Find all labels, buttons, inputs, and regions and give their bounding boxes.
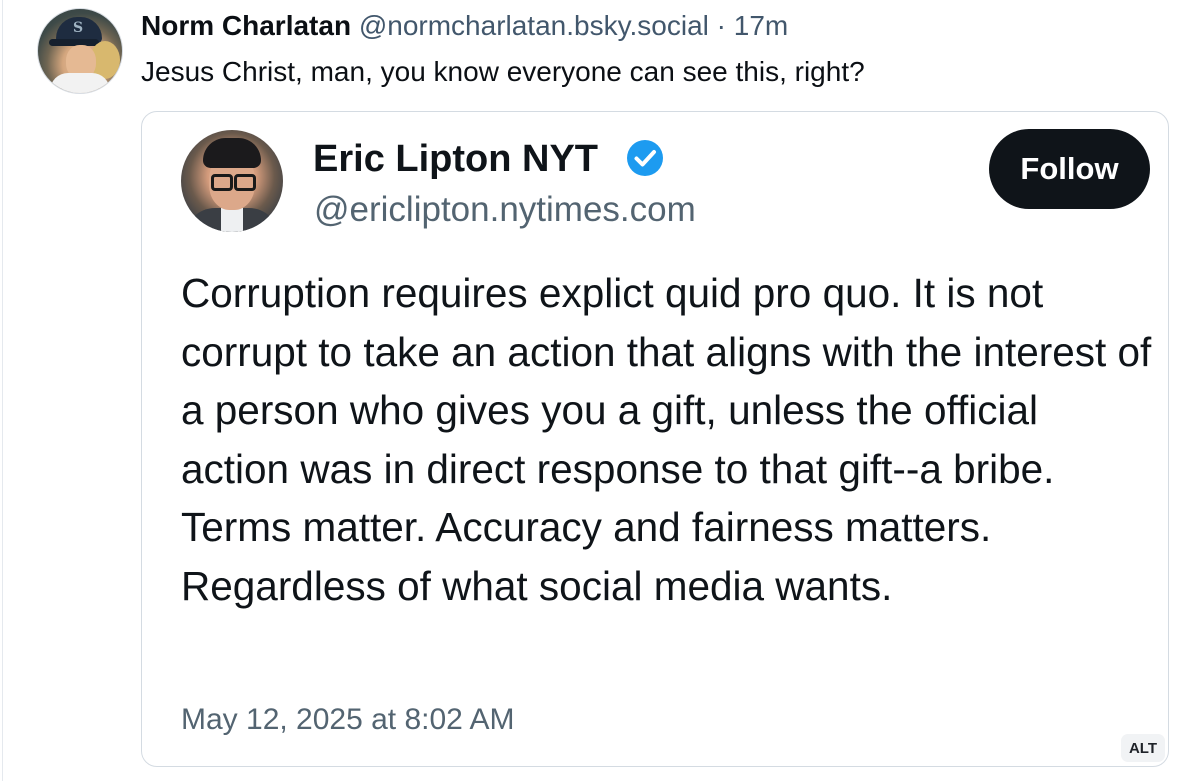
embed-avatar-glasses-right (234, 174, 256, 191)
embed-avatar-glasses-left (211, 174, 233, 191)
embedded-image-card[interactable]: Eric Lipton NYT @ericlipton.nytimes.com … (141, 111, 1169, 767)
embed-author-handle: @ericlipton.nytimes.com (314, 190, 696, 229)
embed-avatar-hair (203, 138, 261, 168)
alt-text-badge[interactable]: ALT (1121, 734, 1165, 762)
verified-badge-icon (627, 140, 663, 176)
embed-author-avatar (181, 130, 283, 232)
author-name[interactable]: Norm Charlatan (141, 10, 351, 41)
post: S Norm Charlatan @normcharlatan.bsky.soc… (0, 0, 1190, 781)
author-handle[interactable]: @normcharlatan.bsky.social (359, 10, 709, 41)
embed-date: May 12, 2025 at 8:02 AM (181, 703, 515, 736)
follow-button: Follow (989, 129, 1150, 209)
post-header: Norm Charlatan @normcharlatan.bsky.socia… (141, 9, 788, 43)
avatar-shirt (50, 73, 110, 93)
post-text: Jesus Christ, man, you know everyone can… (141, 56, 865, 87)
embed-author-name: Eric Lipton NYT (313, 138, 598, 180)
header-separator: · (716, 10, 726, 41)
embed-avatar-collar (221, 208, 243, 232)
embed-body-text: Corruption requires explict quid pro quo… (181, 270, 1152, 609)
post-time[interactable]: 17m (734, 10, 788, 41)
author-avatar[interactable]: S (37, 8, 123, 94)
avatar-cap-logo: S (73, 20, 84, 36)
